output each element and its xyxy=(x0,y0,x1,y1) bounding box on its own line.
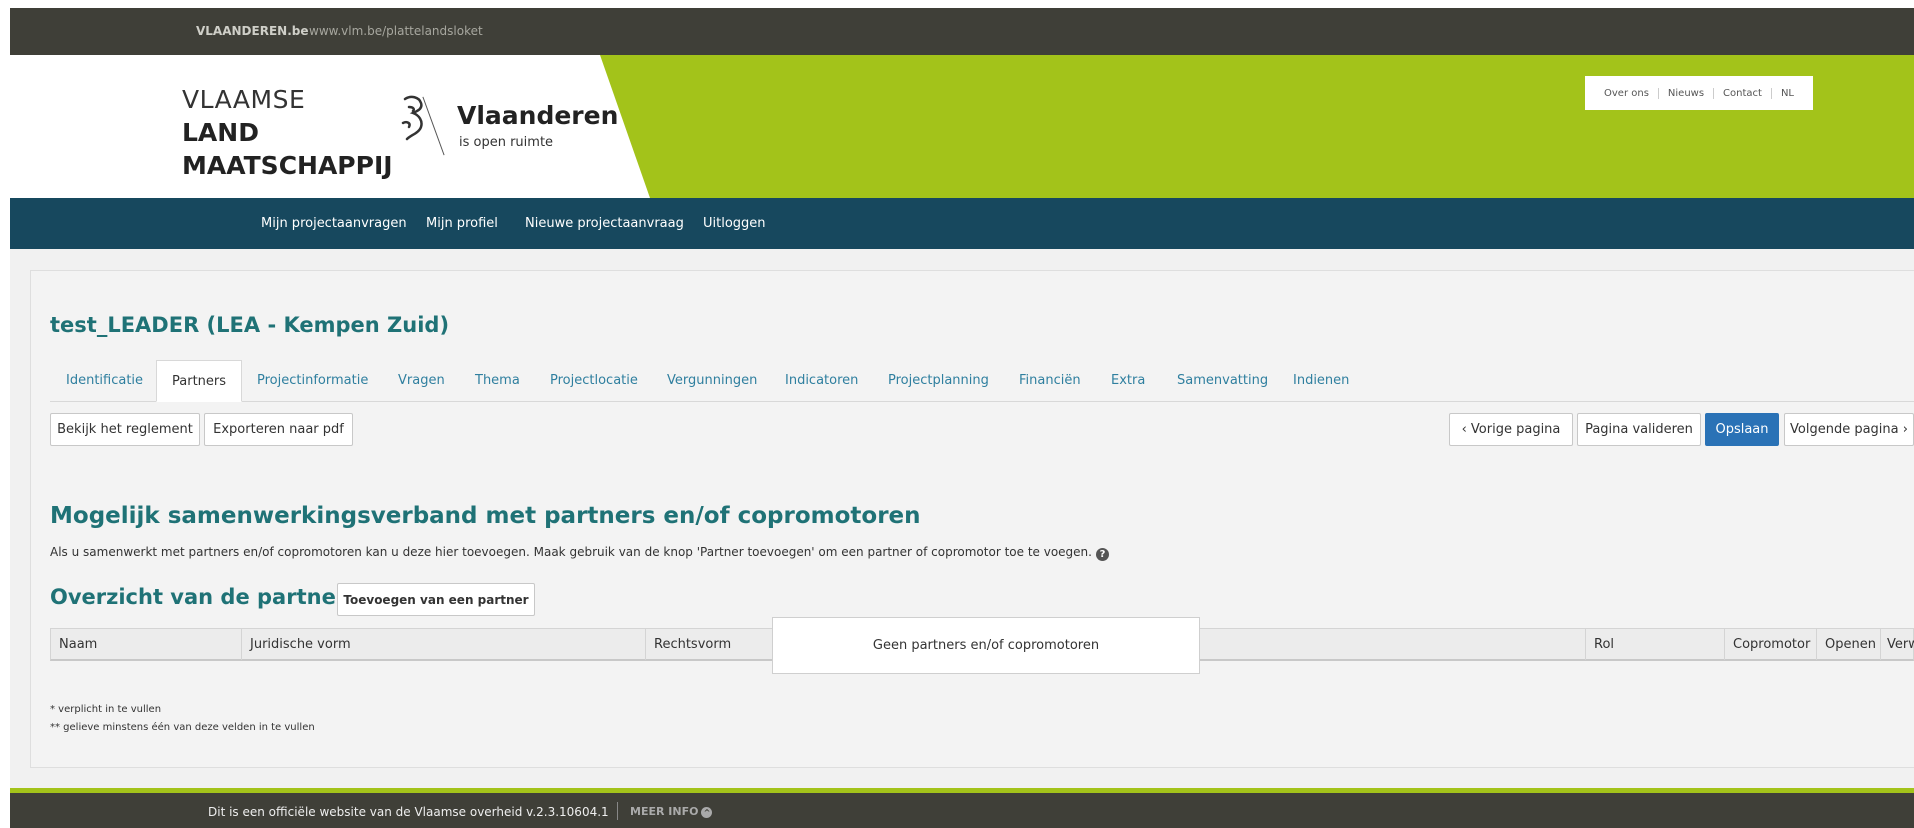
site-footer: Dit is een officiële website van de Vlaa… xyxy=(10,788,1914,828)
nav-mijn-profiel[interactable]: Mijn profiel xyxy=(426,216,498,231)
vlaanderen-subtitle: is open ruimte xyxy=(459,135,554,150)
tab-extra[interactable]: Extra xyxy=(1111,360,1145,402)
tab-financien[interactable]: Financiën xyxy=(1019,360,1081,402)
column-header-juridische-vorm[interactable]: Juridische vorm xyxy=(242,629,646,660)
column-header-copromotor[interactable]: Copromotor xyxy=(1725,629,1817,660)
more-info-label: MEER INFO xyxy=(630,805,699,818)
footer-text: Dit is een officiële website van de Vlaa… xyxy=(208,805,609,819)
section-description: Als u samenwerkt met partners en/of copr… xyxy=(50,545,1109,561)
overview-title: Overzicht van de partners xyxy=(50,585,359,609)
column-header-verwijderen[interactable]: Verwijderen xyxy=(1881,629,1914,660)
column-header-naam[interactable]: Naam xyxy=(51,629,242,660)
util-link-over-ons[interactable]: Over ons xyxy=(1595,87,1659,99)
footer-separator xyxy=(617,802,618,820)
section-title: Mogelijk samenwerkingsverband met partne… xyxy=(50,503,921,529)
tab-samenvatting[interactable]: Samenvatting xyxy=(1177,360,1268,402)
column-header-openen[interactable]: Openen xyxy=(1817,629,1881,660)
nav-uitloggen[interactable]: Uitloggen xyxy=(703,216,766,231)
empty-table-message: Geen partners en/of copromotoren xyxy=(772,617,1200,674)
tab-indicatoren[interactable]: Indicatoren xyxy=(785,360,858,402)
add-partner-button[interactable]: Toevoegen van een partner xyxy=(337,583,535,616)
tab-projectinformatie[interactable]: Projectinformatie xyxy=(257,360,368,402)
at-least-one-note: ** gelieve minstens één van deze velden … xyxy=(50,722,315,733)
more-info-toggle[interactable]: MEER INFO ^ xyxy=(630,805,713,818)
tab-vragen[interactable]: Vragen xyxy=(398,360,445,402)
chevron-up-icon: ^ xyxy=(701,807,713,818)
nav-nieuwe-projectaanvraag[interactable]: Nieuwe projectaanvraag xyxy=(525,216,684,231)
utility-nav: Over ons Nieuws Contact NL xyxy=(1585,76,1814,110)
page-title: test_LEADER (LEA - Kempen Zuid) xyxy=(50,313,450,337)
previous-page-button[interactable]: ‹ Vorige pagina xyxy=(1449,413,1573,446)
vlaanderen-be-link[interactable]: VLAANDEREN.be xyxy=(196,24,308,38)
language-switch[interactable]: NL xyxy=(1772,88,1803,99)
validate-page-button[interactable]: Pagina valideren xyxy=(1577,413,1701,446)
tab-bar: Identificatie Partners Projectinformatie… xyxy=(50,360,1914,402)
view-regulation-button[interactable]: Bekijk het reglement xyxy=(50,413,200,446)
required-note: * verplicht in te vullen xyxy=(50,704,162,715)
top-bar: VLAANDEREN.be www.vlm.be/plattelandsloke… xyxy=(10,8,1914,55)
util-link-contact[interactable]: Contact xyxy=(1714,87,1772,99)
vlm-logo-line3: MAATSCHAPPIJ xyxy=(182,151,393,180)
column-header-rol[interactable]: Rol xyxy=(1586,629,1725,660)
next-page-button[interactable]: Volgende pagina › xyxy=(1784,413,1914,446)
tab-projectlocatie[interactable]: Projectlocatie xyxy=(550,360,638,402)
vlm-logo[interactable]: VLAAMSE LAND MAATSCHAPPIJ xyxy=(182,83,393,182)
vlm-logo-line2: LAND xyxy=(182,118,259,147)
tab-identificatie[interactable]: Identificatie xyxy=(66,360,143,402)
nav-mijn-projectaanvragen[interactable]: Mijn projectaanvragen xyxy=(261,216,407,231)
tab-vergunningen[interactable]: Vergunningen xyxy=(667,360,757,402)
tab-thema[interactable]: Thema xyxy=(475,360,520,402)
export-pdf-button[interactable]: Exporteren naar pdf xyxy=(204,413,353,446)
tab-partners[interactable]: Partners xyxy=(156,360,243,402)
vlaanderen-logo[interactable]: Vlaanderen is open ruimte xyxy=(397,93,618,156)
save-button[interactable]: Opslaan xyxy=(1705,413,1779,446)
vlm-logo-line1: VLAAMSE xyxy=(182,85,306,114)
site-header: VLAAMSE LAND MAATSCHAPPIJ Vlaanderen is … xyxy=(10,55,1914,198)
util-link-nieuws[interactable]: Nieuws xyxy=(1659,87,1715,99)
section-description-text: Als u samenwerkt met partners en/of copr… xyxy=(50,545,1092,559)
site-url-link[interactable]: www.vlm.be/plattelandsloket xyxy=(309,24,483,38)
tab-indienen[interactable]: Indienen xyxy=(1293,360,1349,402)
main-nav: Mijn projectaanvragen Mijn profiel Nieuw… xyxy=(10,198,1914,249)
help-icon[interactable]: ? xyxy=(1095,548,1109,561)
vlaanderen-title: Vlaanderen xyxy=(457,101,619,130)
tab-projectplanning[interactable]: Projectplanning xyxy=(888,360,989,402)
